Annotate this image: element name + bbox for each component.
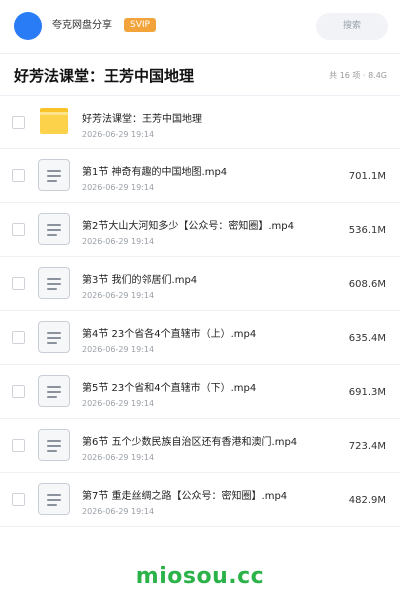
file-date: 2026-06-29 19:14 (82, 399, 155, 408)
top-bar: 夸克网盘分享 SVIP 搜索 (0, 0, 400, 54)
select-checkbox[interactable] (12, 116, 25, 129)
file-name: 第2节大山大河知多少【公众号：密知圈】.mp4 (82, 221, 294, 232)
file-name: 好芳法课堂：王芳中国地理 (82, 114, 202, 125)
document-icon (38, 159, 70, 191)
search-button[interactable]: 搜索 (316, 13, 388, 40)
select-checkbox[interactable] (12, 439, 25, 452)
folder-icon (38, 106, 70, 138)
list-item[interactable]: 第7节 重走丝绸之路【公众号：密知圈】.mp4 2026-06-29 19:14… (0, 473, 400, 527)
file-size: 608.6M (348, 279, 386, 290)
share-owner-name: 夸克网盘分享 (52, 20, 112, 31)
list-item[interactable]: 第4节 23个省各4个直辖市（上）.mp4 2026-06-29 19:14 6… (0, 311, 400, 365)
file-date: 2026-06-29 19:14 (82, 291, 155, 300)
file-size: 723.4M (348, 441, 386, 452)
file-size: 536.1M (348, 225, 386, 236)
file-name: 第6节 五个少数民族自治区还有香港和澳门.mp4 (82, 437, 298, 448)
select-checkbox[interactable] (12, 493, 25, 506)
list-item[interactable]: 第5节 23个省和4个直辖市（下）.mp4 2026-06-29 19:14 6… (0, 365, 400, 419)
document-icon (38, 429, 70, 461)
document-icon (38, 267, 70, 299)
svip-badge: SVIP (124, 18, 156, 32)
file-size: 635.4M (348, 333, 386, 344)
watermark-text: miosou.cc (135, 564, 265, 589)
file-size: 482.9M (348, 495, 386, 506)
file-date: 2026-06-29 19:14 (82, 507, 155, 516)
file-name: 第7节 重走丝绸之路【公众号：密知圈】.mp4 (82, 491, 288, 502)
file-list: 好芳法课堂：王芳中国地理 2026-06-29 19:14 第1节 神奇有趣的中… (0, 96, 400, 527)
select-checkbox[interactable] (12, 223, 25, 236)
select-checkbox[interactable] (12, 277, 25, 290)
list-item[interactable]: 好芳法课堂：王芳中国地理 2026-06-29 19:14 (0, 96, 400, 149)
document-icon (38, 375, 70, 407)
list-item[interactable]: 第1节 神奇有趣的中国地图.mp4 2026-06-29 19:14 701.1… (0, 149, 400, 203)
document-icon (38, 213, 70, 245)
list-item[interactable]: 第6节 五个少数民族自治区还有香港和澳门.mp4 2026-06-29 19:1… (0, 419, 400, 473)
file-name: 第1节 神奇有趣的中国地图.mp4 (82, 167, 228, 178)
select-checkbox[interactable] (12, 331, 25, 344)
list-item[interactable]: 第3节 我们的邻居们.mp4 2026-06-29 19:14 608.6M (0, 257, 400, 311)
page-title: 好芳法课堂：王芳中国地理 (14, 67, 195, 85)
file-date: 2026-06-29 19:14 (82, 130, 155, 139)
file-date: 2026-06-29 19:14 (82, 453, 155, 462)
file-name: 第3节 我们的邻居们.mp4 (82, 275, 198, 286)
file-size: 691.3M (348, 387, 386, 398)
select-checkbox[interactable] (12, 169, 25, 182)
file-date: 2026-06-29 19:14 (82, 345, 155, 354)
file-name: 第5节 23个省和4个直辖市（下）.mp4 (82, 383, 257, 394)
list-item[interactable]: 第2节大山大河知多少【公众号：密知圈】.mp4 2026-06-29 19:14… (0, 203, 400, 257)
file-date: 2026-06-29 19:14 (82, 237, 155, 246)
file-size: 701.1M (348, 171, 386, 182)
folder-summary: 共 16 项 · 8.4G (329, 71, 387, 80)
document-icon (38, 483, 70, 515)
select-checkbox[interactable] (12, 385, 25, 398)
avatar[interactable] (14, 12, 42, 40)
document-icon (38, 321, 70, 353)
file-name: 第4节 23个省各4个直辖市（上）.mp4 (82, 329, 257, 340)
file-date: 2026-06-29 19:14 (82, 183, 155, 192)
